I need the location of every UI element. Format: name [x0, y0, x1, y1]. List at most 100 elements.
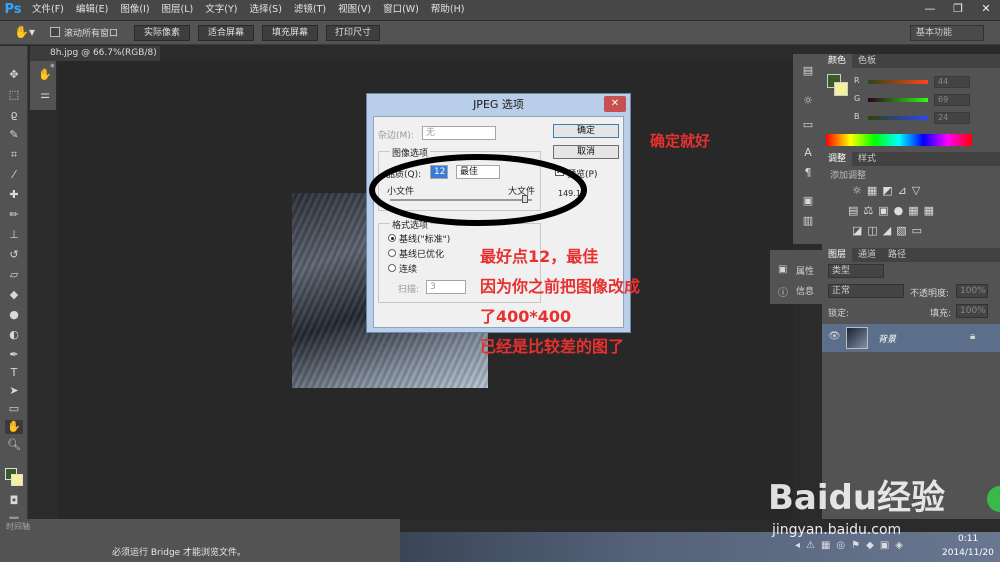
progressive-radio[interactable] [388, 264, 396, 272]
add-adjustment-label: 添加调整 [830, 171, 867, 181]
adjustment-icons-row-3[interactable]: ◪◫◢▧▭ [852, 224, 927, 237]
document-icon[interactable]: ▥ [799, 214, 817, 228]
clipboard-icon[interactable]: ▣ [799, 194, 817, 208]
menu-edit[interactable]: 编辑(E) [70, 0, 114, 20]
menu-window[interactable]: 窗口(W) [377, 0, 425, 20]
brush-tool-icon[interactable]: ✏ [5, 208, 23, 222]
crop-tool-icon[interactable]: ⌗ [5, 148, 23, 162]
eraser-tool-icon[interactable]: ▱ [5, 268, 23, 282]
blue-value[interactable]: 24 [934, 112, 970, 124]
baseline-optimized-radio[interactable] [388, 249, 396, 257]
baseline-standard-radio[interactable] [388, 234, 396, 242]
character-icon[interactable]: A [799, 146, 817, 160]
scroll-all-checkbox[interactable] [50, 27, 60, 37]
hand-tool-icon[interactable]: ✋ [5, 420, 23, 434]
hand-tool-icon[interactable]: ✋▾ [14, 25, 35, 39]
visibility-eye-icon[interactable]: 👁︎ [828, 331, 841, 342]
blend-mode-select[interactable]: 正常 [828, 284, 904, 298]
bridge-message: 必须运行 Bridge 才能浏览文件。 [112, 548, 247, 558]
background-color-swatch[interactable] [11, 474, 23, 486]
red-slider[interactable]: R 44 [828, 76, 994, 88]
tab-adjustments[interactable]: 调整 [822, 152, 853, 166]
highlight-ellipse [369, 154, 587, 226]
info-label[interactable]: 信息 [796, 284, 814, 297]
menubar: Ps 文件(F) 编辑(E) 图像(I) 图层(L) 文字(Y) 选择(S) 滤… [0, 0, 1000, 20]
properties-label[interactable]: 属性 [796, 264, 814, 277]
paint-bucket-icon[interactable]: ◆ [5, 288, 23, 302]
quick-select-tool-icon[interactable]: ✎ [5, 128, 23, 142]
paragraph-icon[interactable]: ¶ [799, 166, 817, 180]
brightness-icon[interactable]: ☼ [799, 94, 817, 108]
layer-name[interactable]: 背景 [878, 332, 896, 345]
timeline-tab[interactable]: 时间轴 [6, 521, 30, 532]
tab-color[interactable]: 颜色 [822, 54, 853, 68]
matte-select[interactable]: 无 [422, 126, 496, 140]
adjustment-icons-row-1[interactable]: ☼▦◩⊿▽ [852, 184, 925, 197]
zoom-tool-icon[interactable]: 🔍︎ [5, 438, 23, 452]
blue-slider[interactable]: B 24 [828, 112, 994, 124]
fill-input[interactable]: 100% [956, 304, 988, 318]
dialog-close-button[interactable]: ✕ [604, 96, 626, 112]
navigator-icon[interactable]: ▭ [799, 118, 817, 132]
menu-image[interactable]: 图像(I) [114, 0, 155, 20]
matte-label: 杂边(M): [378, 131, 414, 141]
scans-label: 扫描: [398, 285, 420, 295]
fit-screen-button[interactable]: 适合屏幕 [198, 25, 254, 41]
shape-tool-icon[interactable]: ▭ [5, 402, 23, 416]
layer-kind-filter[interactable]: 类型 [828, 264, 884, 278]
color-spectrum[interactable] [826, 134, 972, 146]
layer-row[interactable]: 👁︎ 背景 🔒︎ [822, 324, 1000, 352]
menu-help[interactable]: 帮助(H) [425, 0, 471, 20]
tab-swatches[interactable]: 色板 [852, 54, 882, 68]
maximize-button[interactable]: ❐ [944, 0, 972, 18]
move-tool-icon[interactable]: ✥ [5, 68, 23, 82]
document-tab[interactable]: 8h.jpg @ 66.7%(RGB/8) * [30, 46, 160, 73]
pen-tool-icon[interactable]: ✒ [5, 348, 23, 362]
options-bar: ✋▾ 滚动所有窗口 实际像素 适合屏幕 填充屏幕 打印尺寸 基本功能 [0, 21, 1000, 45]
history-brush-icon[interactable]: ↺ [5, 248, 23, 262]
fill-screen-button[interactable]: 填充屏幕 [262, 25, 318, 41]
path-select-icon[interactable]: ➤ [5, 384, 23, 398]
blur-tool-icon[interactable]: ● [5, 308, 23, 322]
annotation-line-1: 最好点12，最佳 [480, 247, 599, 266]
properties-icon[interactable]: ▣ [778, 264, 787, 275]
close-button[interactable]: ✕ [972, 0, 1000, 18]
dodge-tool-icon[interactable]: ◐ [5, 328, 23, 342]
workspace-select[interactable]: 基本功能 [910, 25, 984, 41]
brush-presets-icon[interactable]: ⚌ [36, 88, 54, 102]
tab-styles[interactable]: 样式 [852, 152, 882, 166]
tab-channels[interactable]: 通道 [852, 248, 882, 262]
healing-tool-icon[interactable]: ✚ [5, 188, 23, 202]
menu-select[interactable]: 选择(S) [243, 0, 287, 20]
type-tool-icon[interactable]: T [5, 366, 23, 380]
scans-select[interactable]: 3 [426, 280, 466, 294]
history-icon[interactable]: ▤ [799, 64, 817, 78]
green-slider[interactable]: G 69 [828, 94, 994, 106]
blue-bar[interactable] [868, 116, 928, 120]
eyedropper-tool-icon[interactable]: ⁄ [5, 168, 23, 182]
tab-layers[interactable]: 图层 [822, 248, 853, 262]
menu-type[interactable]: 文字(Y) [199, 0, 243, 20]
menu-layer[interactable]: 图层(L) [156, 0, 200, 20]
minimize-button[interactable]: — [916, 0, 944, 18]
opacity-input[interactable]: 100% [956, 284, 988, 298]
right-panels: 颜色 色板 R 44 G 69 B 24 调整 样式 添加调整 ☼▦◩⊿▽ ▤⚖… [822, 54, 1000, 519]
menu-view[interactable]: 视图(V) [332, 0, 377, 20]
red-bar[interactable] [868, 80, 928, 84]
print-size-button[interactable]: 打印尺寸 [326, 25, 380, 41]
properties-strip: ▣ 属性 ⓘ 信息 [770, 250, 822, 304]
menu-file[interactable]: 文件(F) [26, 0, 70, 20]
tab-paths[interactable]: 路径 [882, 248, 912, 262]
ok-button[interactable]: 确定 [553, 124, 619, 138]
adjustment-icons-row-2[interactable]: ▤⚖▣●▦▦ [848, 204, 939, 217]
quick-mask-icon[interactable]: ◘ [5, 494, 23, 508]
green-value[interactable]: 69 [934, 94, 970, 106]
info-icon[interactable]: ⓘ [778, 284, 788, 299]
actual-pixels-button[interactable]: 实际像素 [134, 25, 190, 41]
green-bar[interactable] [868, 98, 928, 102]
menu-filter[interactable]: 滤镜(T) [288, 0, 332, 20]
red-value[interactable]: 44 [934, 76, 970, 88]
marquee-tool-icon[interactable]: ⬚ [5, 88, 23, 102]
lasso-tool-icon[interactable]: ϱ [5, 108, 23, 122]
stamp-tool-icon[interactable]: ⊥ [5, 228, 23, 242]
